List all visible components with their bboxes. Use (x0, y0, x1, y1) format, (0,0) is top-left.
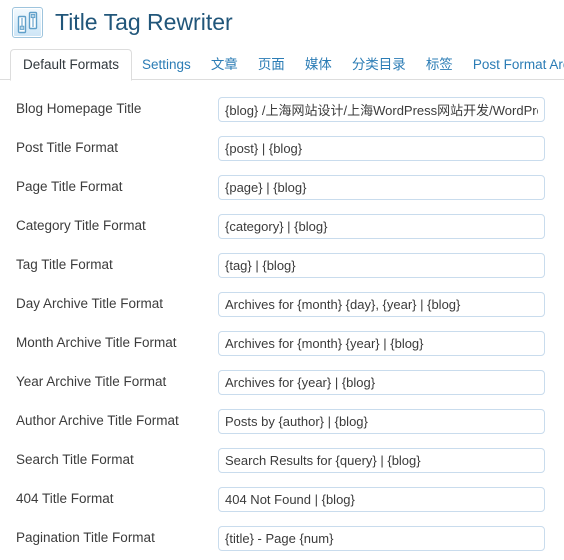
form-row-post-title-format: Post Title Format (0, 129, 564, 168)
tab-posts[interactable]: 文章 (201, 50, 248, 81)
form-row-day-archive-title-format: Day Archive Title Format (0, 285, 564, 324)
page-title: Title Tag Rewriter (55, 9, 233, 35)
form-row-tag-title-format: Tag Title Format (0, 246, 564, 285)
label-month-archive-title-format: Month Archive Title Format (16, 335, 177, 351)
input-search-title-format[interactable] (218, 448, 545, 473)
label-category-title-format: Category Title Format (16, 218, 146, 234)
tab-tags[interactable]: 标签 (416, 50, 463, 81)
tab-settings[interactable]: Settings (132, 50, 201, 81)
tab-categories[interactable]: 分类目录 (342, 50, 416, 81)
form-row-category-title-format: Category Title Format (0, 207, 564, 246)
tab-default-formats[interactable]: Default Formats (10, 48, 133, 81)
label-blog-homepage-title: Blog Homepage Title (16, 101, 142, 117)
label-post-title-format: Post Title Format (16, 140, 119, 156)
input-category-title-format[interactable] (218, 214, 545, 239)
input-month-archive-title-format[interactable] (218, 331, 545, 356)
input-post-title-format[interactable] (218, 136, 545, 161)
form-row-year-archive-title-format: Year Archive Title Format (0, 363, 564, 402)
tab-post-format-archives[interactable]: Post Format Archives (463, 50, 564, 81)
label-tag-title-format: Tag Title Format (16, 257, 113, 273)
form-row-month-archive-title-format: Month Archive Title Format (0, 324, 564, 363)
sliders-icon (12, 7, 43, 38)
settings-form: Blog Homepage Title Post Title Format Page… (0, 80, 564, 558)
input-blog-homepage-title[interactable] (218, 97, 545, 122)
form-row-pagination-title-format: Pagination Title Format (0, 519, 564, 558)
label-404-title-format: 404 Title Format (16, 491, 114, 507)
input-404-title-format[interactable] (218, 487, 545, 512)
form-row-page-title-format: Page Title Format (0, 168, 564, 207)
tab-media[interactable]: 媒体 (295, 50, 342, 81)
tab-pages[interactable]: 页面 (248, 50, 295, 81)
form-row-404-title-format: 404 Title Format (0, 480, 564, 519)
input-year-archive-title-format[interactable] (218, 370, 545, 395)
input-day-archive-title-format[interactable] (218, 292, 545, 317)
form-row-search-title-format: Search Title Format (0, 441, 564, 480)
input-pagination-title-format[interactable] (218, 526, 545, 551)
page-header: Title Tag Rewriter (0, 0, 564, 38)
label-author-archive-title-format: Author Archive Title Format (16, 413, 179, 429)
input-page-title-format[interactable] (218, 175, 545, 200)
label-search-title-format: Search Title Format (16, 452, 134, 468)
input-tag-title-format[interactable] (218, 253, 545, 278)
tab-bar: Default Formats Settings 文章 页面 媒体 分类目录 标签 Post … (0, 47, 564, 81)
label-year-archive-title-format: Year Archive Title Format (16, 374, 167, 390)
label-day-archive-title-format: Day Archive Title Format (16, 296, 164, 312)
form-row-blog-homepage-title: Blog Homepage Title (0, 90, 564, 129)
label-page-title-format: Page Title Format (16, 179, 123, 195)
label-pagination-title-format: Pagination Title Format (16, 530, 155, 546)
input-author-archive-title-format[interactable] (218, 409, 545, 434)
form-row-author-archive-title-format: Author Archive Title Format (0, 402, 564, 441)
